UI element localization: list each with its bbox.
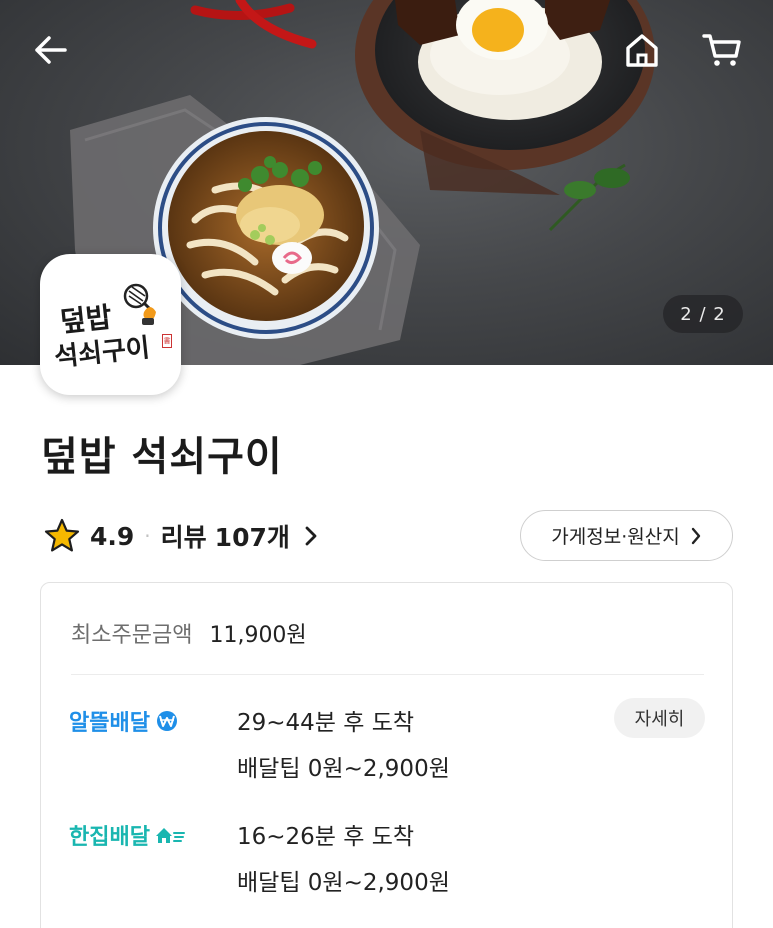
min-order-value: 11,900원 [209, 623, 307, 648]
home-icon [626, 34, 658, 67]
home-button[interactable] [614, 22, 670, 78]
won-coin-icon [156, 711, 177, 731]
delivery-info-card: 최소주문금액 11,900원 알뜰배달 29~44분 후 도착 배달팁 0원~2… [40, 582, 733, 928]
alttl-delivery-tip: 배달팁 0원~2,900원 [237, 756, 450, 782]
back-arrow-icon [35, 36, 67, 64]
review-count[interactable]: 107개 [215, 518, 290, 554]
alttl-delivery-name: 알뜰배달 [69, 711, 150, 736]
rating-value: 4.9 [90, 521, 135, 551]
star-icon [44, 518, 80, 552]
cart-button[interactable] [694, 22, 750, 78]
chevron-right-icon [691, 527, 700, 544]
grill-icon [123, 283, 156, 325]
chevron-right-icon[interactable] [304, 525, 318, 547]
review-label[interactable]: 리뷰 [161, 518, 207, 554]
rating-review-row[interactable]: 4.9 · 리뷰 107개 [44, 515, 318, 557]
divider [71, 674, 704, 675]
image-pager-indicator: 2 / 2 [663, 295, 743, 333]
min-order-row: 최소주문금액 11,900원 [71, 617, 307, 649]
store-info-origin-button[interactable]: 가게정보·원산지 [520, 510, 733, 561]
store-name-title: 덮밥 석쇠구이 [41, 434, 283, 480]
hanjip-arrival-time: 16~26분 후 도착 [237, 824, 415, 850]
min-order-label: 최소주문금액 [71, 623, 193, 648]
back-button[interactable] [22, 22, 78, 78]
speed-house-icon [155, 828, 185, 843]
hanjip-delivery-tip: 배달팁 0원~2,900원 [237, 870, 450, 896]
cart-icon [702, 34, 741, 66]
alttl-delivery-label: 알뜰배달 [69, 705, 180, 737]
store-info-button-label: 가게정보·원산지 [551, 526, 680, 548]
hanjip-delivery-label: 한집배달 [69, 819, 186, 851]
hanjip-delivery-name: 한집배달 [69, 825, 150, 850]
store-logo: 덮밥 석쇠구이 書 [40, 254, 181, 395]
logo-seal-stamp: 書 [162, 334, 172, 348]
detail-button[interactable]: 자세히 [614, 698, 705, 738]
alttl-arrival-time: 29~44분 후 도착 [237, 710, 415, 736]
dot-separator: · [144, 524, 151, 548]
